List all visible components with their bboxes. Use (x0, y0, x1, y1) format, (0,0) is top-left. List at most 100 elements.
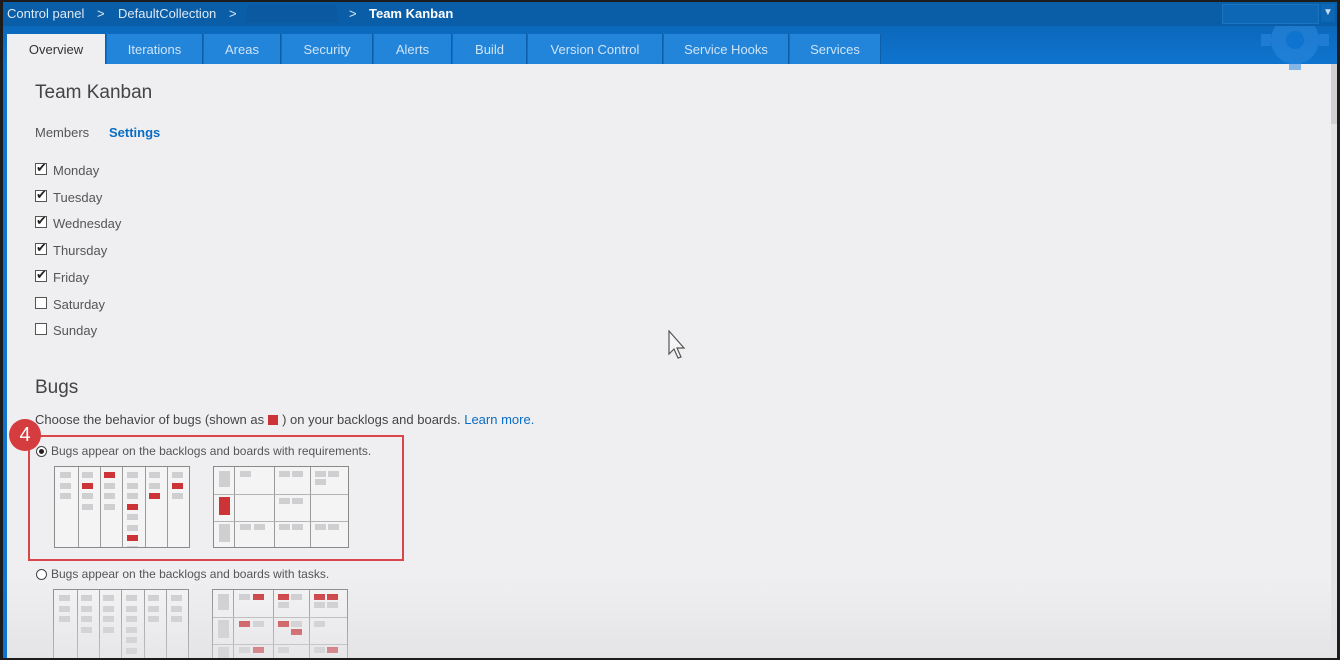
check-icon: ✔ (36, 240, 47, 256)
board-divider (99, 590, 100, 658)
work-card (254, 524, 265, 530)
work-card (218, 594, 229, 610)
radio-requirements[interactable] (36, 446, 47, 457)
bug-card (291, 629, 302, 635)
tab-alerts[interactable]: Alerts (374, 34, 452, 64)
work-card (126, 647, 137, 654)
bug-card (314, 594, 325, 600)
board-divider (145, 467, 146, 547)
board-divider (167, 467, 168, 547)
checkbox[interactable]: ✔ (35, 267, 47, 282)
breadcrumb-default-collection[interactable]: DefaultCollection (118, 6, 216, 21)
board-divider (78, 467, 79, 547)
board-divider (166, 590, 167, 658)
option-tasks-label[interactable]: Bugs appear on the backlogs and boards w… (51, 567, 329, 581)
work-card (103, 616, 114, 622)
board-preview-tasks (212, 589, 348, 658)
work-card (148, 595, 159, 601)
board-divider (100, 467, 101, 547)
backlog-preview-tasks (53, 589, 189, 658)
scrollbar-thumb[interactable] (1331, 64, 1337, 124)
tab-services[interactable]: Services (790, 34, 881, 64)
tab-iterations[interactable]: Iterations (107, 34, 203, 64)
checkbox[interactable]: ✔ (35, 160, 47, 175)
day-label: Sunday (53, 323, 98, 339)
work-card (104, 482, 115, 489)
board-divider (233, 590, 234, 658)
step-badge: 4 (9, 419, 41, 451)
breadcrumb-separator: > (349, 6, 357, 21)
tab-security[interactable]: Security (282, 34, 373, 64)
work-card (253, 621, 264, 627)
work-card (60, 493, 71, 499)
learn-more-link[interactable]: Learn more. (464, 412, 534, 427)
check-icon: ✔ (36, 213, 47, 229)
breadcrumb-bar: Control panel > DefaultCollection > > Te… (3, 2, 1337, 26)
work-card (104, 493, 115, 499)
work-card (278, 602, 289, 608)
day-label: Friday (53, 269, 90, 285)
checkbox[interactable]: ✔ (35, 187, 47, 202)
checkbox[interactable]: ✔ (35, 240, 47, 256)
bug-card (127, 503, 138, 510)
dropdown-arrow-icon[interactable]: ▼ (1321, 4, 1335, 22)
breadcrumb-project-redacted[interactable] (247, 5, 337, 23)
work-card (149, 472, 160, 478)
checkbox[interactable]: ✔ (35, 213, 47, 229)
board-divider (77, 590, 78, 658)
option-requirements-label[interactable]: Bugs appear on the backlogs and boards w… (51, 444, 371, 458)
bugs-heading: Bugs (35, 377, 79, 398)
work-card (103, 605, 114, 612)
work-card (328, 524, 339, 530)
checkbox[interactable] (35, 323, 47, 336)
subnav-settings[interactable]: Settings (109, 125, 160, 140)
work-card (240, 524, 251, 530)
breadcrumb-team[interactable]: Team Kanban (369, 6, 453, 21)
vertical-scrollbar[interactable] (1331, 64, 1337, 658)
breadcrumb-separator: > (229, 6, 237, 21)
bug-card (82, 482, 93, 489)
tab-service-hooks[interactable]: Service Hooks (664, 34, 789, 64)
work-card (82, 493, 93, 499)
work-card (279, 524, 290, 530)
tab-version-control[interactable]: Version Control (528, 34, 663, 64)
radio-selected-dot (39, 449, 44, 454)
checkbox[interactable] (35, 296, 47, 309)
work-card (126, 626, 137, 633)
work-card (219, 524, 230, 542)
board-divider (273, 590, 274, 658)
work-card (315, 479, 326, 485)
subnav-members[interactable]: Members (35, 125, 89, 140)
radio-tasks[interactable] (36, 569, 47, 580)
tab-overview[interactable]: Overview (7, 34, 106, 64)
bug-card (278, 594, 289, 600)
tab-build[interactable]: Build (453, 34, 527, 64)
work-card (60, 482, 71, 489)
work-card (126, 616, 137, 622)
work-card (148, 616, 159, 622)
work-card (315, 471, 326, 477)
bottom-fade (7, 578, 1337, 658)
bug-card (253, 594, 264, 600)
settings-content: Team Kanban Members Settings ✔ Monday ✔ Tue… (3, 64, 1337, 658)
bug-card (127, 535, 138, 541)
work-card (292, 498, 303, 504)
bugs-description-text-end: ) on your backlogs and boards. (282, 412, 461, 427)
work-card (81, 605, 92, 612)
work-card (171, 605, 182, 612)
breadcrumb-separator: > (97, 6, 105, 21)
work-card (59, 616, 70, 622)
day-label: Monday (53, 163, 100, 178)
breadcrumb-control-panel[interactable]: Control panel (7, 6, 84, 21)
work-card (171, 595, 182, 601)
top-search-box[interactable] (1222, 4, 1319, 24)
admin-tab-bar: Overview Iterations Areas Security Alert… (3, 26, 1337, 70)
tab-areas[interactable]: Areas (204, 34, 281, 64)
work-card (126, 605, 137, 612)
work-card (127, 545, 138, 547)
board-divider (213, 617, 347, 618)
bug-card (149, 493, 160, 499)
work-card (126, 637, 137, 643)
work-card (239, 647, 250, 653)
work-card (127, 493, 138, 499)
